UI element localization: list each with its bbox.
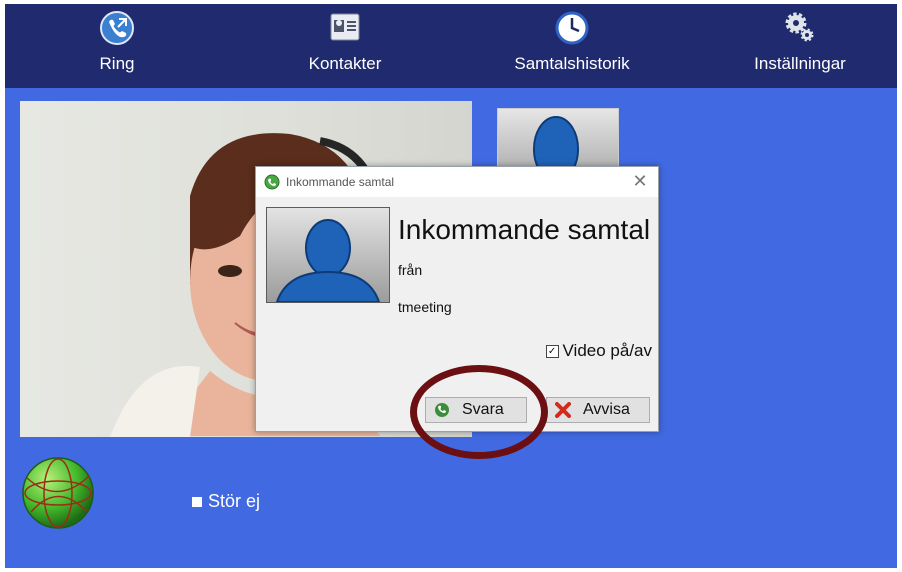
incoming-call-dialog: Inkommande samtal ✕ Inkommande samtal fr…	[255, 166, 659, 432]
nav-settings[interactable]: Inställningar	[710, 4, 890, 88]
nav-ring-label: Ring	[99, 54, 135, 73]
person-silhouette-icon	[275, 219, 381, 302]
gear-icon	[785, 12, 814, 42]
nav-contacts[interactable]: Kontakter	[255, 4, 435, 88]
nav-ring[interactable]: Ring	[27, 4, 207, 88]
nav-call-history[interactable]: Samtalshistorik	[482, 4, 662, 88]
do-not-disturb-label: Stör ej	[208, 491, 261, 511]
contact-card-icon	[330, 13, 360, 41]
answer-button[interactable]: Svara	[425, 397, 527, 423]
close-icon[interactable]: ✕	[630, 171, 650, 191]
do-not-disturb-toggle[interactable]: Stör ej	[192, 491, 260, 512]
phone-answer-icon	[435, 403, 449, 417]
phone-call-icon	[100, 11, 134, 45]
decline-button[interactable]: Avvisa	[546, 397, 650, 423]
from-label: från	[398, 262, 423, 278]
decline-button-label: Avvisa	[583, 401, 630, 418]
answer-button-label: Svara	[462, 401, 504, 418]
nav-contacts-label: Kontakter	[308, 54, 382, 73]
app-window: Ring Kontakter Samtalshistorik Inställni…	[5, 4, 897, 568]
globe-icon	[22, 457, 94, 529]
nav-call-history-label: Samtalshistorik	[514, 54, 630, 73]
caller-avatar	[266, 207, 390, 303]
dialog-titlebar: Inkommande samtal ✕	[256, 167, 658, 197]
do-not-disturb-checkbox[interactable]	[192, 496, 202, 507]
app-icon	[264, 174, 280, 190]
video-toggle[interactable]: ✓ Video på/av	[545, 341, 652, 361]
video-toggle-label: Video på/av	[562, 341, 652, 360]
dialog-heading: Inkommande samtal	[398, 214, 651, 245]
caller-name: tmeeting	[398, 299, 452, 315]
video-checkbox[interactable]: ✓	[545, 344, 559, 358]
nav-settings-label: Inställningar	[754, 54, 846, 73]
clock-icon	[555, 11, 589, 45]
top-navigation: Ring Kontakter Samtalshistorik Inställni…	[5, 4, 897, 88]
decline-x-icon	[555, 402, 571, 418]
dialog-window-title: Inkommande samtal	[286, 175, 395, 189]
